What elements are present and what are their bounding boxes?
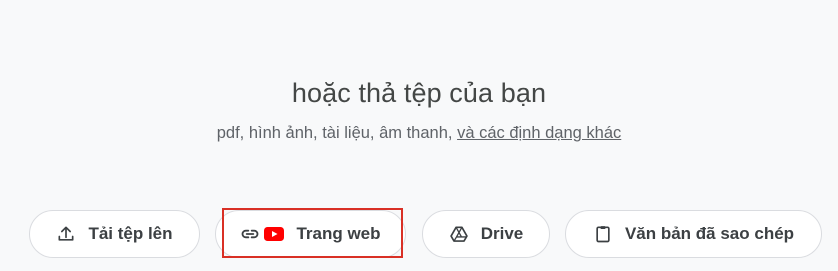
upload-icon (56, 224, 76, 244)
drop-zone-headline: hoặc thả tệp của bạn (291, 78, 547, 108)
copied-text-button[interactable]: Văn bản đã sao chép (565, 210, 822, 258)
youtube-icon (264, 227, 285, 241)
drive-source-label: Drive (480, 224, 524, 243)
drive-icon (449, 224, 469, 244)
website-source-button[interactable]: Trang web (215, 210, 406, 258)
upload-files-label: Tải tệp lên (88, 224, 173, 243)
copied-text-label: Văn bản đã sao chép (624, 224, 795, 243)
website-source-label: Trang web (296, 224, 381, 243)
upload-files-button[interactable]: Tải tệp lên (29, 210, 200, 258)
link-icon (240, 224, 260, 244)
clipboard-icon (593, 224, 613, 244)
formats-list: pdf, hình ảnh, tài liệu, âm thanh, (216, 124, 458, 142)
drive-source-button[interactable]: Drive (422, 210, 550, 258)
more-formats-link[interactable]: và các định dạng khác (457, 124, 621, 142)
supported-formats-text: pdf, hình ảnh, tài liệu, âm thanh, và cá… (0, 124, 838, 143)
